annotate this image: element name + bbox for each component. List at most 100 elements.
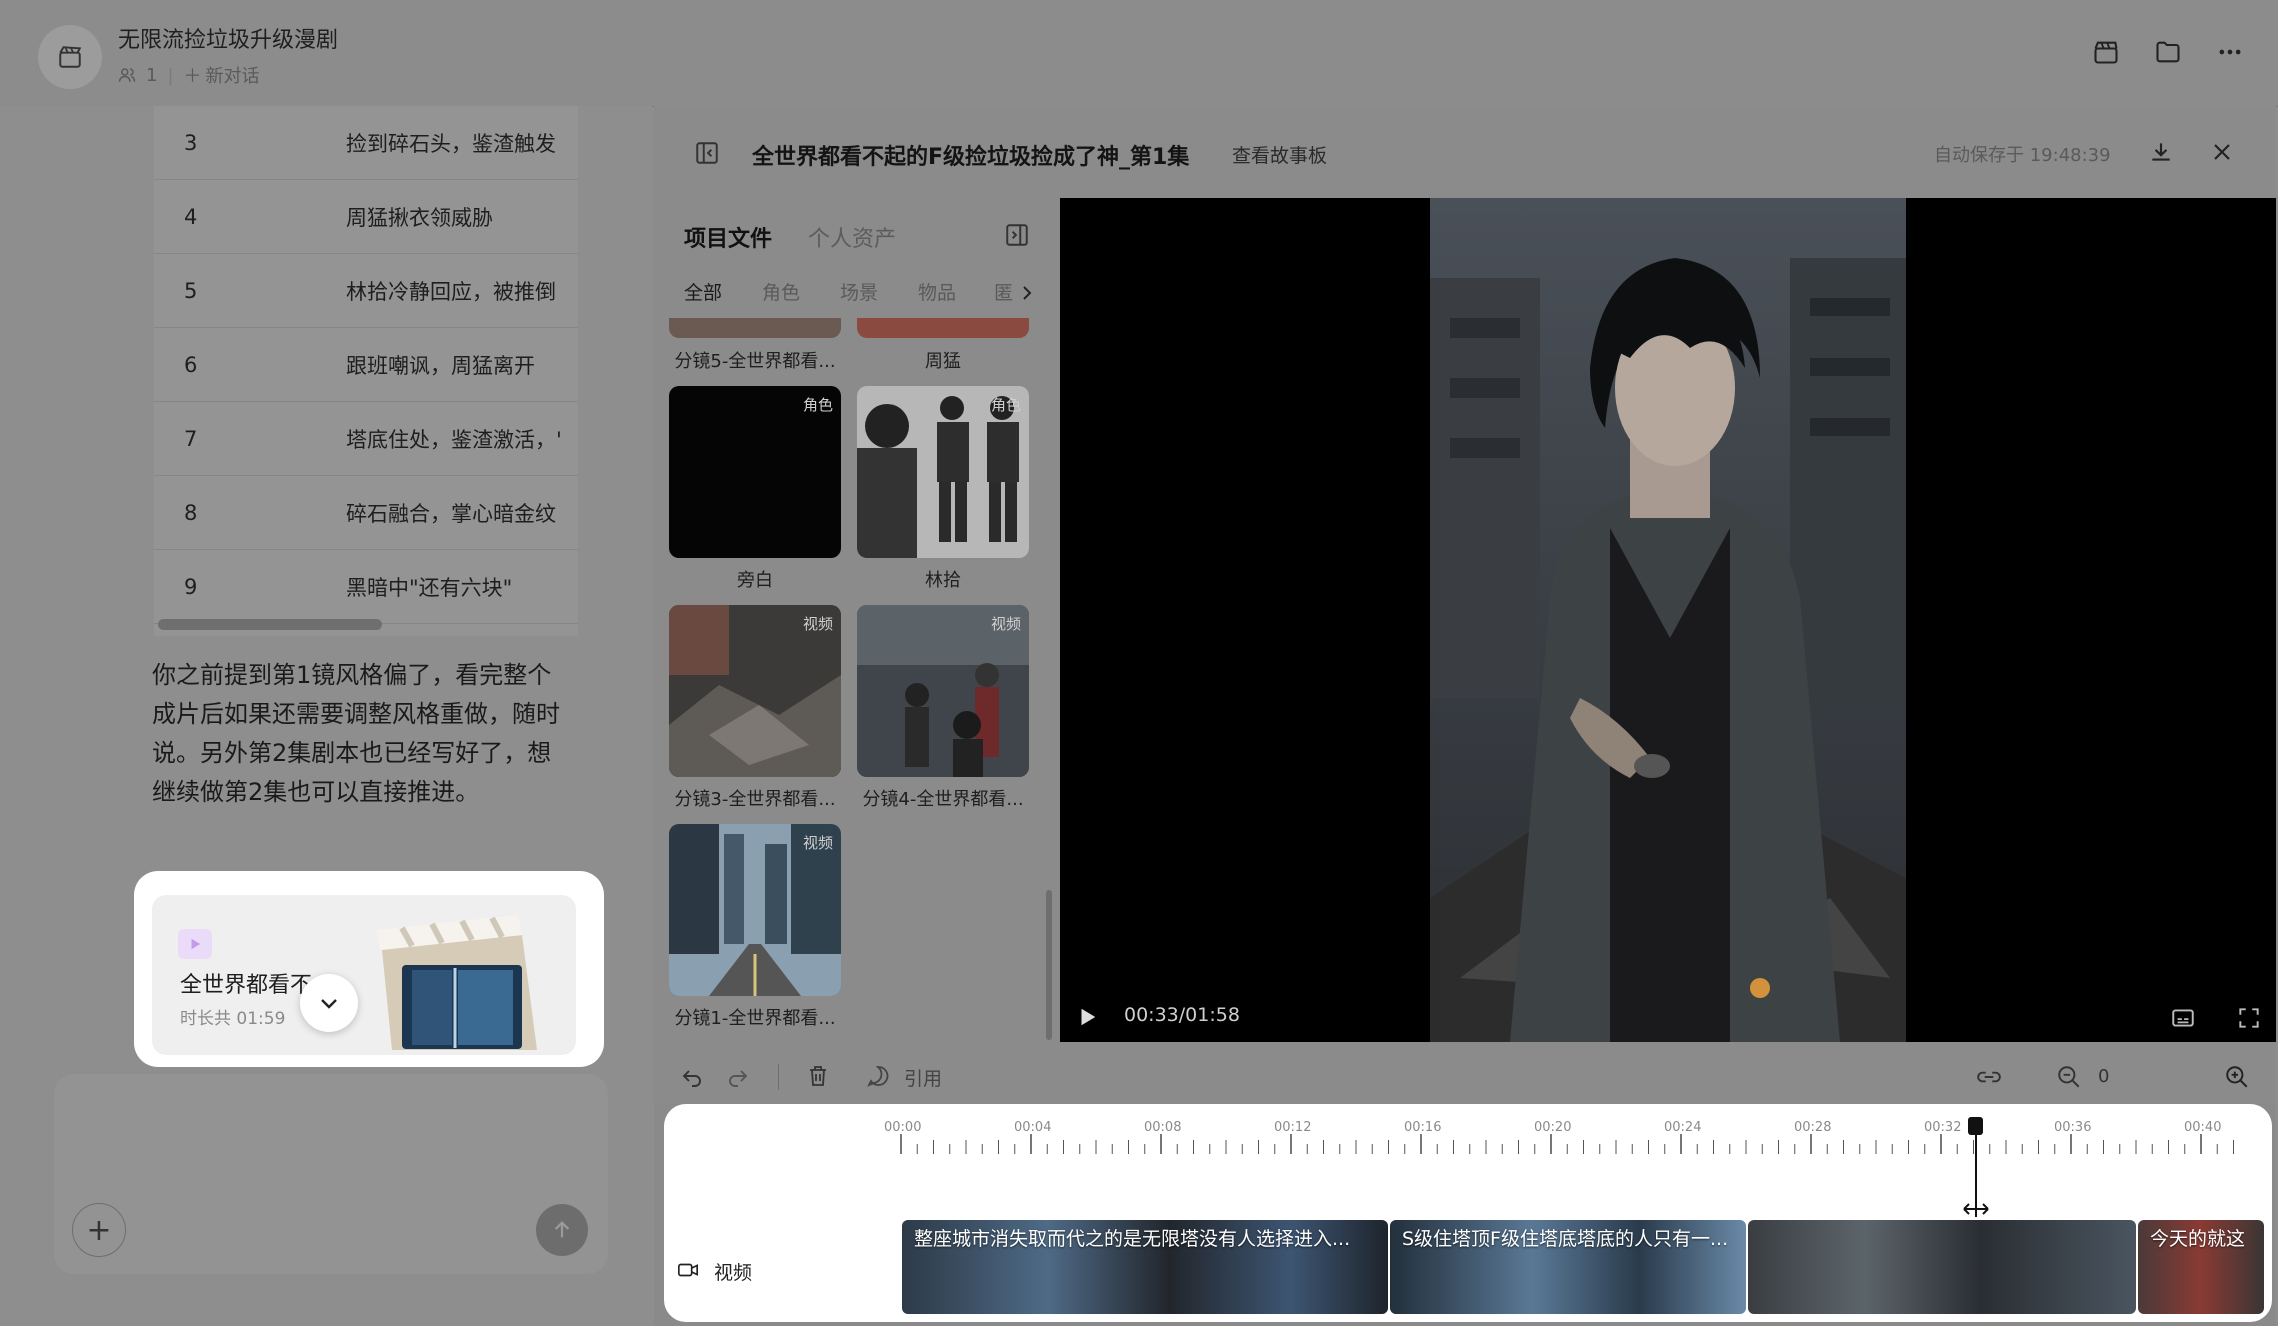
zoom-out-icon[interactable] [2056,1064,2082,1090]
tick-label: 00:12 [1274,1120,1312,1135]
chevron-right-icon[interactable] [1018,284,1036,302]
clapperboard-icon[interactable] [2092,38,2120,66]
tick-label: 00:32 [1924,1120,1962,1135]
tab-personal-assets[interactable]: 个人资产 [808,221,896,253]
row-number: 9 [184,574,198,599]
attach-button[interactable]: + [72,1203,126,1257]
plus-icon: ＋ [183,66,202,87]
top-actions [2092,38,2244,66]
row-text: 碎石融合，掌心暗金纹 [346,501,556,526]
tick-label: 00:40 [2184,1120,2222,1135]
timeline-clip[interactable] [1748,1220,2136,1314]
row-text: 林拾冷静回应，被推倒 [346,279,556,304]
table-horizontal-scrollbar[interactable] [158,619,382,630]
asset-label: 周猛 [925,351,961,372]
resize-cursor-icon [1963,1201,1989,1217]
collapse-sidebar-icon[interactable] [694,140,720,166]
video-frame-art [1430,198,1906,1042]
timeline-clip[interactable]: S级住塔顶F级住塔底塔底的人只有一... [1390,1220,1746,1314]
link-icon[interactable] [1976,1064,2002,1090]
quote-button[interactable]: 引用 [904,1064,942,1091]
row-number: 3 [184,130,198,155]
assets-vertical-scrollbar[interactable] [1046,890,1052,1040]
tick-label: 00:16 [1404,1120,1442,1135]
assistant-message: 你之前提到第1镜风格偏了，看完整个成片后如果还需要调整风格重做，随时说。另外第2… [152,661,560,806]
tab-project-files[interactable]: 项目文件 [684,221,772,253]
playhead-handle[interactable] [1968,1117,1983,1135]
play-icon[interactable] [1076,1006,1098,1028]
play-badge-icon [178,929,212,959]
quote-icon[interactable] [866,1064,890,1088]
clip-caption: 整座城市消失取而代之的是无限塔没有人选择进入... [914,1228,1351,1250]
tick-label: 00:20 [1534,1120,1572,1135]
asset-thumbnail-shot1[interactable]: 视频 [669,824,841,996]
video-card-title: 全世界都看不 [180,973,313,998]
expand-chevron-button[interactable] [300,974,358,1032]
asset-thumbnail-narrator[interactable]: 角色 [669,386,841,558]
divider: | [167,64,174,86]
delete-icon[interactable] [806,1064,830,1088]
asset-thumbnail-shot3[interactable]: 视频 [669,605,841,777]
filter-all[interactable]: 全部 [684,278,722,305]
row-number: 5 [184,278,198,303]
clip-caption: S级住塔顶F级住塔底塔底的人只有一... [1402,1228,1729,1250]
fullscreen-icon[interactable] [2236,1005,2262,1031]
member-count: 1 [146,64,158,86]
view-storyboard-link[interactable]: 查看故事板 [1232,141,1327,168]
asset-badge: 视频 [990,615,1021,633]
asset-badge: 视频 [802,834,833,852]
tick-label: 00:08 [1144,1120,1182,1135]
plus-icon: + [86,1212,112,1248]
undo-icon[interactable] [680,1064,704,1088]
folder-icon[interactable] [2154,38,2182,66]
row-number: 6 [184,352,198,377]
table-row: 3 捡到碎石头，鉴渣触发 [154,106,578,180]
close-icon[interactable] [2210,140,2234,164]
asset-label: 分镜4-全世界都看... [862,789,1024,810]
script-table: 3 捡到碎石头，鉴渣触发 4 周猛揪衣领威胁 5 林拾冷静回应，被推倒 6 跟班嘲讽，周… [154,106,578,636]
tick-label: 00:00 [884,1120,922,1135]
project-logo-icon[interactable] [38,25,102,89]
table-row: 7 塔底住处，鉴渣激活，' [154,402,578,476]
chevron-down-icon [321,999,337,1009]
chat-input[interactable] [54,1074,608,1274]
asset-label: 林拾 [925,570,961,591]
table-row: 4 周猛揪衣领威胁 [154,180,578,254]
timeline-clip[interactable]: 整座城市消失取而代之的是无限塔没有人选择进入... [902,1220,1388,1314]
row-text: 塔底住处，鉴渣激活，' [346,427,562,452]
zoom-in-icon[interactable] [2224,1064,2250,1090]
filter-more[interactable]: 匿 [994,278,1013,305]
new-chat-button[interactable]: ＋ 新对话 [184,62,260,88]
filter-character[interactable]: 角色 [762,278,800,305]
asset-thumbnail[interactable] [857,318,1029,338]
asset-thumbnail-linshi[interactable]: 角色 [857,386,1029,558]
filter-item[interactable]: 物品 [918,278,956,305]
row-number: 7 [184,426,198,451]
download-icon[interactable] [2148,139,2174,165]
asset-label: 分镜3-全世界都看... [674,789,836,810]
send-button[interactable] [536,1204,588,1256]
filter-scene[interactable]: 场景 [840,278,878,305]
redo-icon[interactable] [726,1064,750,1088]
table-row: 6 跟班嘲讽，周猛离开 [154,328,578,402]
table-row: 9 黑暗中"还有六块" [154,550,578,624]
more-icon[interactable] [2216,38,2244,66]
zoom-slider-handle[interactable]: 0 [2098,1066,2109,1087]
subtitles-icon[interactable] [2170,1005,2196,1031]
timeline-clip[interactable]: 今天的就这 [2138,1220,2264,1314]
episode-title: 全世界都看不起的F级捡垃圾捡成了神_第1集 [752,145,1190,170]
video-card-duration: 时长共 01:59 [180,1009,286,1029]
asset-label: 旁白 [737,570,773,591]
top-bar [0,0,2278,107]
row-text: 捡到碎石头，鉴渣触发 [346,131,556,156]
row-number: 8 [184,500,198,525]
row-text: 黑暗中"还有六块" [346,575,513,600]
asset-thumbnail[interactable] [669,318,841,338]
timeline-toolbar [654,1042,2276,1104]
toolbar-divider [778,1064,779,1090]
row-number: 4 [184,204,198,229]
tick-label: 00:24 [1664,1120,1702,1135]
panel-toggle-icon[interactable] [1004,222,1030,248]
asset-thumbnail-shot4[interactable]: 视频 [857,605,1029,777]
project-title: 无限流捡垃圾升级漫剧 [118,28,339,53]
